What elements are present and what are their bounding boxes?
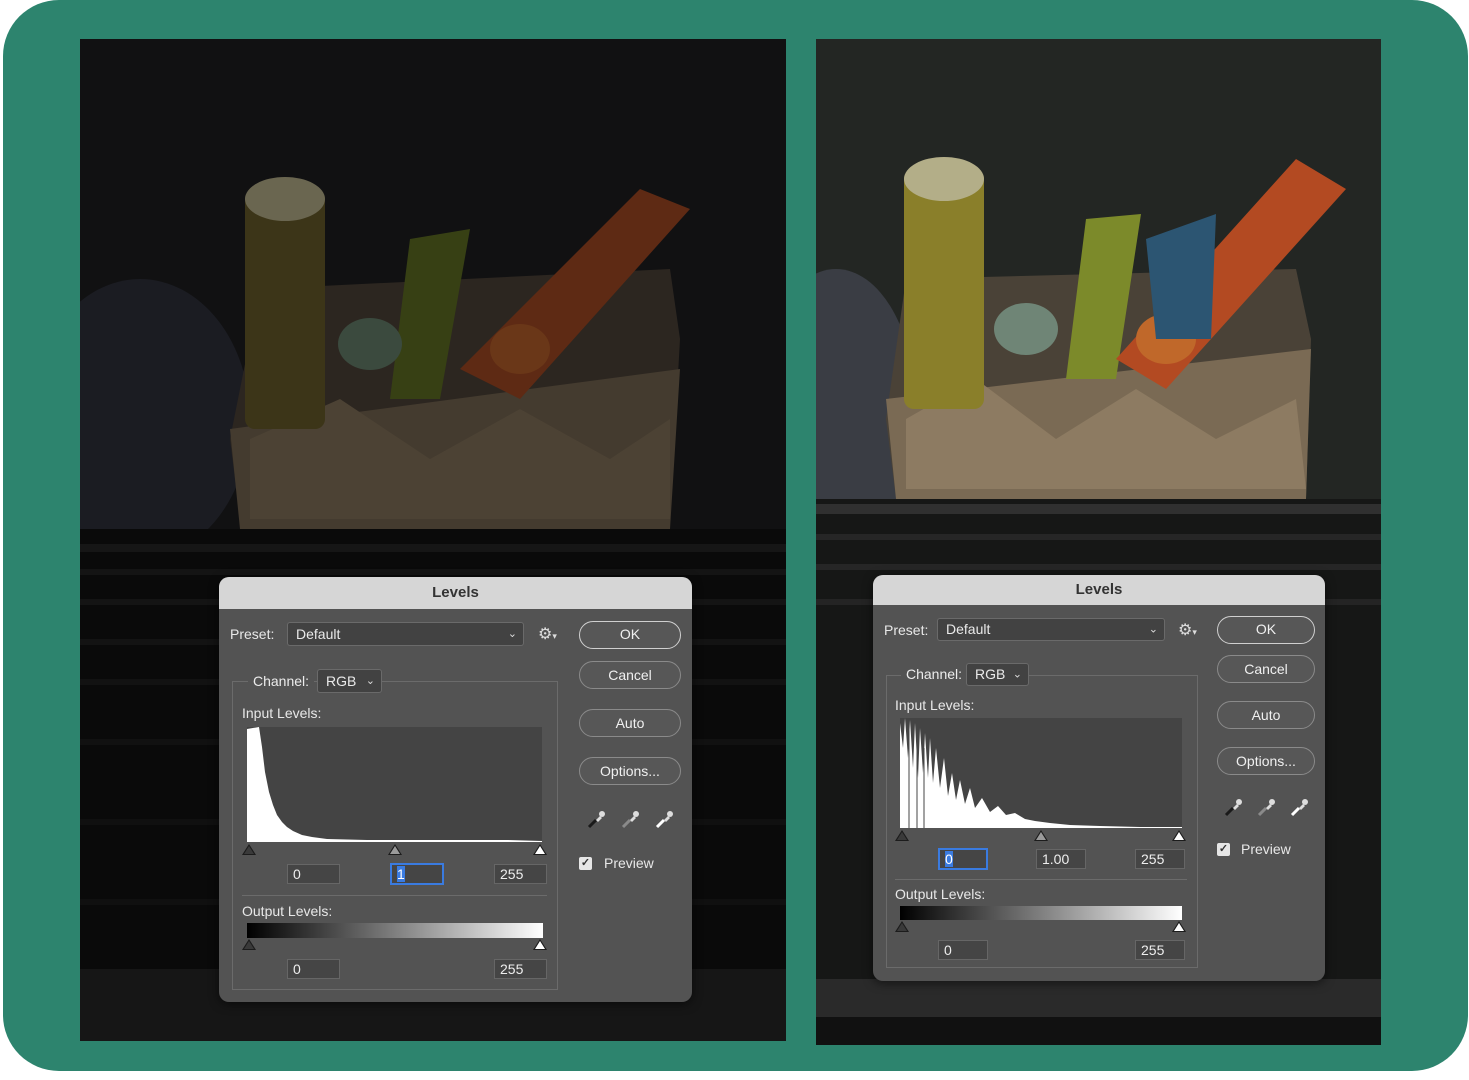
input-black-slider[interactable]	[242, 844, 256, 855]
channel-value: RGB	[326, 673, 357, 689]
white-eyedropper-icon[interactable]	[1288, 797, 1310, 819]
dialog-title: Levels	[219, 577, 692, 609]
channel-label: Channel:	[248, 673, 315, 689]
input-white-slider[interactable]	[533, 844, 547, 855]
levels-dialog-after: Levels Preset: Default ⌄ ⚙▾ Channel: RGB…	[873, 575, 1325, 981]
ok-button[interactable]: OK	[579, 621, 681, 649]
input-gamma-slider[interactable]	[388, 844, 402, 855]
output-white-field[interactable]: 255	[494, 959, 547, 979]
preview-checkbox[interactable]: ✓	[579, 857, 592, 870]
input-output-divider	[895, 879, 1187, 880]
dialog-title: Levels	[873, 575, 1325, 605]
input-gamma-field[interactable]: 1.00	[1036, 849, 1086, 869]
preview-label: Preview	[604, 855, 654, 871]
input-histogram	[900, 718, 1182, 828]
chevron-down-icon: ⌄	[1148, 623, 1158, 635]
output-white-field[interactable]: 255	[1135, 940, 1185, 960]
options-button[interactable]: Options...	[1217, 747, 1315, 775]
gray-eyedropper-icon[interactable]	[619, 809, 641, 831]
input-gamma-slider[interactable]	[1034, 830, 1048, 841]
input-white-field[interactable]: 255	[1135, 849, 1185, 869]
output-black-slider[interactable]	[895, 921, 909, 932]
input-levels-label: Input Levels:	[242, 705, 322, 721]
cancel-button[interactable]: Cancel	[1217, 655, 1315, 683]
input-white-field[interactable]: 255	[494, 864, 547, 884]
input-white-slider[interactable]	[1172, 830, 1186, 841]
preset-select[interactable]: Default ⌄	[287, 622, 524, 646]
preset-value: Default	[296, 626, 341, 642]
channel-label: Channel:	[901, 666, 968, 682]
channel-select[interactable]: RGB ⌄	[966, 663, 1029, 686]
input-gamma-field[interactable]: 1	[390, 863, 444, 885]
input-output-divider	[242, 895, 547, 896]
input-gamma-value: 1	[397, 866, 405, 882]
output-gradient-bar	[900, 906, 1182, 920]
output-black-field[interactable]: 0	[287, 959, 340, 979]
output-white-slider[interactable]	[533, 939, 547, 950]
preview-label: Preview	[1241, 841, 1291, 857]
options-button[interactable]: Options...	[579, 757, 681, 785]
input-black-slider[interactable]	[895, 830, 909, 841]
chevron-down-icon: ⌄	[1012, 668, 1022, 680]
chevron-down-icon: ⌄	[365, 675, 375, 687]
input-histogram	[247, 727, 542, 842]
preset-label: Preset:	[230, 626, 275, 642]
output-black-field[interactable]: 0	[938, 940, 988, 960]
output-white-slider[interactable]	[1172, 921, 1186, 932]
output-black-slider[interactable]	[242, 939, 256, 950]
black-eyedropper-icon[interactable]	[1222, 797, 1244, 819]
levels-dialog-before: Levels Preset: Default ⌄ ⚙▾ Channel: RGB…	[219, 577, 692, 1002]
white-eyedropper-icon[interactable]	[653, 809, 675, 831]
chevron-down-icon: ⌄	[507, 628, 517, 640]
black-eyedropper-icon[interactable]	[585, 809, 607, 831]
output-levels-label: Output Levels:	[895, 886, 986, 902]
preview-checkbox[interactable]: ✓	[1217, 843, 1230, 856]
auto-button[interactable]: Auto	[579, 709, 681, 737]
output-gradient-bar	[247, 923, 543, 938]
input-levels-label: Input Levels:	[895, 697, 975, 713]
input-black-value: 0	[945, 851, 953, 867]
ok-button[interactable]: OK	[1217, 616, 1315, 644]
cancel-button[interactable]: Cancel	[579, 661, 681, 689]
channel-value: RGB	[975, 666, 1006, 682]
input-black-field[interactable]: 0	[938, 848, 988, 870]
preset-value: Default	[946, 621, 991, 637]
preset-label: Preset:	[884, 622, 929, 638]
auto-button[interactable]: Auto	[1217, 701, 1315, 729]
histogram-graph	[247, 727, 542, 842]
channel-select[interactable]: RGB ⌄	[317, 669, 382, 693]
gear-icon[interactable]: ⚙▾	[1178, 620, 1197, 640]
gray-eyedropper-icon[interactable]	[1255, 797, 1277, 819]
input-black-field[interactable]: 0	[287, 864, 340, 884]
gear-icon[interactable]: ⚙▾	[538, 624, 557, 644]
output-levels-label: Output Levels:	[242, 903, 333, 919]
histogram-graph	[900, 718, 1182, 828]
preset-select[interactable]: Default ⌄	[937, 618, 1165, 641]
